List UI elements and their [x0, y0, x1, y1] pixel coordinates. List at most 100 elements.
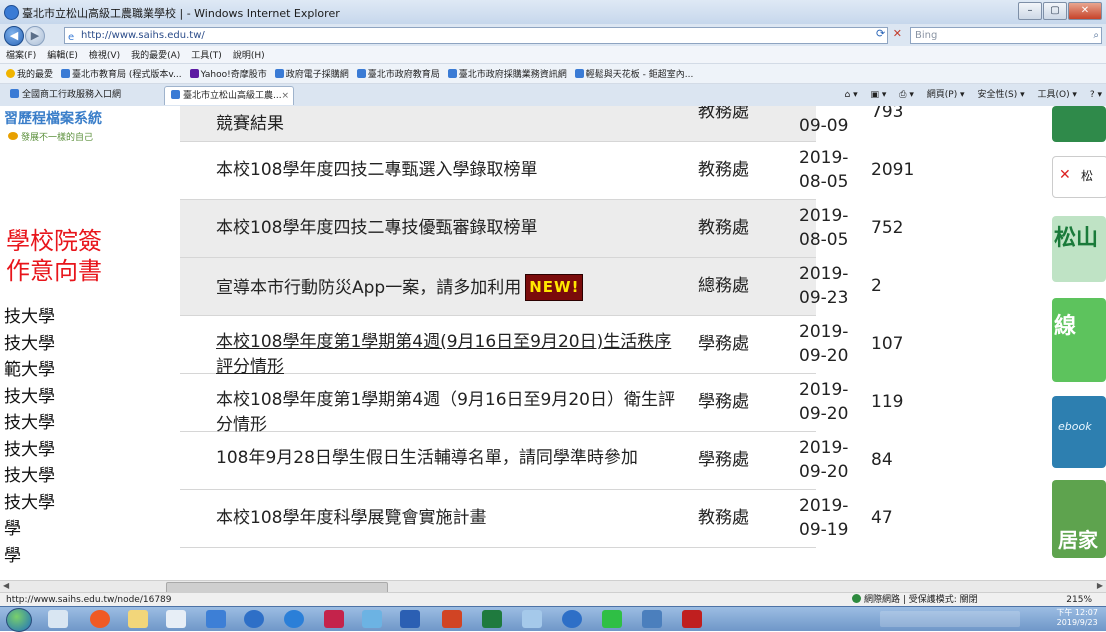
school-link[interactable]: 技大學 — [4, 437, 55, 464]
feeds-icon[interactable]: ▣ ▾ — [871, 90, 887, 100]
search-icon[interactable]: ⌕ — [1093, 28, 1099, 43]
school-link[interactable]: 學 — [4, 543, 55, 570]
file-explorer-icon[interactable] — [128, 610, 148, 628]
app-icon[interactable] — [362, 610, 382, 628]
powerpoint-icon[interactable] — [442, 610, 462, 628]
menu-favorites[interactable]: 我的最愛(A) — [131, 48, 180, 61]
table-row[interactable]: 本校108學年度四技二專技優甄審錄取榜單 教務處 2019- 08-05 752 — [180, 200, 903, 258]
table-row[interactable]: 本校108學年度第1學期第4週(9月16日至9月20日)生活秩序評分情形 學務處… — [180, 316, 903, 377]
tools-menu[interactable]: 工具(O) ▾ — [1037, 90, 1077, 100]
right-banner-broken-image[interactable]: ✕ 松 — [1052, 156, 1106, 198]
app-icon[interactable] — [206, 610, 226, 628]
menu-edit[interactable]: 編輯(E) — [47, 48, 78, 61]
fav-link-1[interactable]: 臺北市教育局 (程式版本v... — [61, 67, 182, 80]
right-banner-home[interactable]: 居家 — [1052, 480, 1106, 558]
search-placeholder: Bing — [915, 30, 938, 41]
school-link[interactable]: 學 — [4, 516, 55, 543]
table-row[interactable]: 宣導本市行動防災App一案，請多加利用 NEW! 總務處 2019- 09-23 2 — [180, 258, 882, 316]
portfolio-banner[interactable]: 習歷程檔案系統 發展不一樣的自己 — [0, 106, 160, 162]
word-icon[interactable] — [400, 610, 420, 628]
stop-button[interactable]: ✕ — [893, 27, 902, 40]
search-input[interactable]: Bing ⌕ — [910, 27, 1102, 44]
start-button[interactable] — [6, 608, 32, 632]
menu-help[interactable]: 說明(H) — [233, 48, 265, 61]
close-tab-icon[interactable]: × — [281, 87, 289, 105]
fav-link-6[interactable]: 輕鬆與天花板 - 鉅超室內... — [574, 67, 693, 80]
app-icon[interactable] — [166, 610, 186, 628]
minimize-button[interactable]: – — [1018, 2, 1042, 20]
chrome-icon[interactable] — [90, 610, 110, 628]
clock-time: 下午 12:07 — [1056, 608, 1098, 617]
fav-label-3: 政府電子採購網 — [285, 70, 349, 80]
news-views: 47 — [871, 508, 893, 528]
menu-bar: 檔案(F) 編輯(E) 檢視(V) 我的最愛(A) 工具(T) 說明(H) — [0, 46, 1106, 64]
acrobat-icon[interactable] — [682, 610, 702, 628]
news-title[interactable]: 宣導本市行動防災App一案，請多加利用 NEW! — [216, 274, 686, 301]
scroll-left-icon[interactable]: ◀ — [3, 581, 9, 590]
news-title[interactable]: 本校108學年度四技二專技優甄審錄取榜單 — [216, 216, 686, 241]
avira-icon[interactable] — [324, 610, 344, 628]
back-button[interactable]: ◀ — [4, 26, 24, 46]
news-title[interactable]: 108年9月28日學生假日生活輔導名單，請同學準時參加 — [216, 446, 686, 471]
close-button[interactable]: ✕ — [1068, 2, 1102, 20]
menu-view[interactable]: 檢視(V) — [89, 48, 120, 61]
app-icon[interactable] — [642, 610, 662, 628]
right-banner-songshan[interactable]: 松山 — [1052, 216, 1106, 282]
forward-button[interactable]: ▶ — [25, 26, 45, 46]
red-heading-1[interactable]: 學校院簽 — [6, 226, 102, 256]
ie-page-icon — [356, 69, 366, 78]
fav-link-5[interactable]: 臺北市政府採購業務資訊網 — [447, 67, 567, 80]
address-input[interactable]: e http://www.saihs.edu.tw/ — [64, 27, 888, 44]
tab-active-school[interactable]: 臺北市立松山高級工農... × — [164, 86, 294, 105]
news-title[interactable]: 競賽結果 — [216, 112, 686, 137]
menu-tools[interactable]: 工具(T) — [191, 48, 222, 61]
safety-menu[interactable]: 安全性(S) ▾ — [977, 90, 1024, 100]
school-link[interactable]: 範大學 — [4, 357, 55, 384]
fav-link-3[interactable]: 政府電子採購網 — [274, 67, 349, 80]
table-row[interactable]: 本校108學年度科學展覽會實施計畫 教務處 2019- 09-19 47 — [180, 490, 893, 548]
tab-gov-portal[interactable]: 全國商工行政服務入口網 — [4, 86, 127, 104]
right-banner-online[interactable]: 線 — [1052, 298, 1106, 382]
fav-link-4[interactable]: 臺北市政府教育局 — [356, 67, 440, 80]
favorites-button[interactable]: 我的最愛 — [6, 67, 53, 80]
page-menu[interactable]: 網頁(P) ▾ — [927, 90, 965, 100]
refresh-button[interactable]: ⟳ — [876, 27, 885, 40]
teamviewer-icon[interactable] — [244, 610, 264, 628]
table-row[interactable]: 108年9月28日學生假日生活輔導名單，請同學準時參加 學務處 2019- 09-… — [180, 432, 893, 490]
fav-label-2: Yahoo!奇摩股市 — [200, 70, 267, 80]
ie-icon[interactable] — [284, 610, 304, 628]
school-link[interactable]: 技大學 — [4, 490, 55, 517]
excel-icon[interactable] — [482, 610, 502, 628]
home-icon[interactable]: ⌂ ▾ — [845, 90, 858, 100]
school-link[interactable]: 技大學 — [4, 304, 55, 331]
fav-link-2[interactable]: Yahoo!奇摩股市 — [189, 67, 267, 80]
news-title[interactable]: 本校108學年度第1學期第4週（9月16日至9月20日）衛生評分情形 — [216, 388, 686, 438]
news-title[interactable]: 本校108學年度四技二專甄選入學錄取榜單 — [216, 158, 686, 183]
system-tray[interactable] — [880, 611, 1020, 627]
school-link[interactable]: 技大學 — [4, 384, 55, 411]
right-banner-ebook[interactable]: ebook — [1052, 396, 1106, 468]
favorites-bar: 我的最愛 臺北市教育局 (程式版本v... Yahoo!奇摩股市 政府電子採購網… — [0, 64, 1106, 84]
help-icon[interactable]: ? ▾ — [1090, 90, 1102, 100]
news-dept: 教務處 — [698, 218, 749, 238]
scroll-right-icon[interactable]: ▶ — [1097, 581, 1103, 590]
line-icon[interactable] — [602, 610, 622, 628]
school-link[interactable]: 技大學 — [4, 410, 55, 437]
school-link[interactable]: 技大學 — [4, 463, 55, 490]
notepad-icon[interactable] — [48, 610, 68, 628]
menu-file[interactable]: 檔案(F) — [6, 48, 36, 61]
clock[interactable]: 下午 12:07 2019/9/23 — [1056, 608, 1098, 628]
maximize-button[interactable]: ▢ — [1043, 2, 1067, 20]
school-link[interactable]: 技大學 — [4, 331, 55, 358]
print-icon[interactable]: ⎙ ▾ — [899, 90, 914, 100]
zoom-level[interactable]: 215% — [1066, 593, 1092, 607]
red-heading-2[interactable]: 作意向書 — [6, 256, 102, 286]
right-banner-top[interactable] — [1052, 106, 1106, 142]
news-title[interactable]: 本校108學年度科學展覽會實施計畫 — [216, 506, 686, 531]
help-icon[interactable] — [562, 610, 582, 628]
table-row[interactable]: 本校108學年度四技二專甄選入學錄取榜單 教務處 2019- 08-05 2091 — [180, 142, 914, 200]
news-title[interactable]: 本校108學年度第1學期第4週(9月16日至9月20日)生活秩序評分情形 — [216, 330, 686, 380]
table-row[interactable]: 競賽結果 教務處 09-09 793 — [180, 106, 903, 142]
app-icon[interactable] — [522, 610, 542, 628]
table-row[interactable]: 本校108學年度第1學期第4週（9月16日至9月20日）衛生評分情形 學務處 2… — [180, 374, 903, 435]
